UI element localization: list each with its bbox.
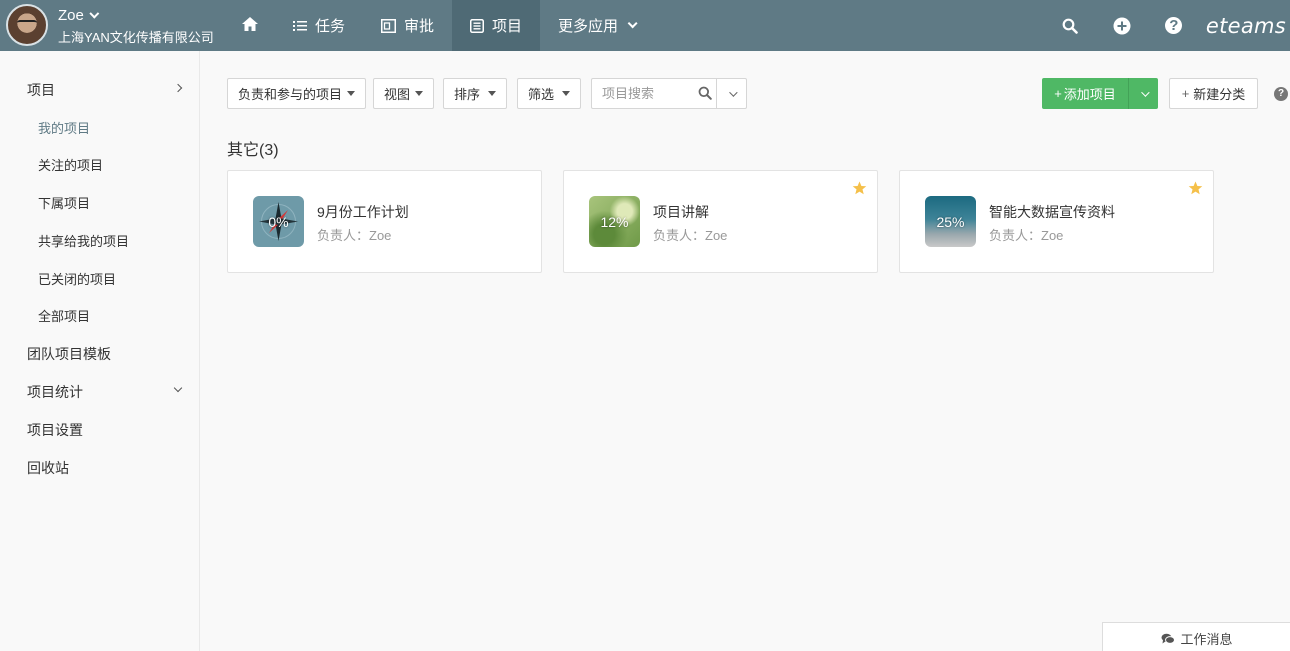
project-title[interactable]: 智能大数据宣传资料 [989, 202, 1115, 222]
scope-dropdown-label: 负责和参与的项目 [238, 87, 343, 102]
project-owner: 负责人：Zoe [989, 228, 1064, 243]
project-progress: 12% [600, 213, 629, 230]
view-dropdown[interactable]: 视图 [373, 78, 435, 109]
sidebar-item-all-projects[interactable]: 全部项目 [38, 306, 90, 325]
sidebar-item-subordinate-projects[interactable]: 下属项目 [38, 193, 90, 212]
chevron-down-icon [627, 18, 638, 29]
nav-home[interactable] [225, 0, 275, 51]
project-card[interactable]: 25% 智能大数据宣传资料 负责人：Zoe [899, 170, 1214, 273]
approval-icon [381, 18, 397, 33]
nav-more-apps[interactable]: 更多应用 [540, 0, 652, 51]
sort-dropdown-label: 排序 [454, 87, 481, 102]
view-dropdown-label: 视图 [384, 87, 411, 102]
add-project-split-button: + 添加项目 [1042, 78, 1158, 109]
add-project-dropdown[interactable] [1128, 78, 1158, 109]
add-project-button[interactable]: + 添加项目 [1042, 78, 1128, 109]
caret-down-icon [415, 91, 424, 96]
home-icon [241, 16, 259, 36]
caret-down-icon [562, 91, 571, 96]
work-messages-label: 工作消息 [1180, 632, 1233, 647]
sidebar-item-project-stats[interactable]: 项目统计 [27, 382, 83, 402]
project-title[interactable]: 9月份工作计划 [317, 202, 409, 222]
project-cover-leaf: 12% [589, 196, 640, 247]
add-project-label: 添加项目 [1063, 87, 1116, 102]
top-navbar: Zoe 上海YAN文化传播有限公司 任务 审批 项目 更多应用 ? eteams [0, 0, 1290, 51]
sidebar-item-team-templates[interactable]: 团队项目模板 [27, 344, 111, 364]
sidebar-item-closed-projects[interactable]: 已关闭的项目 [38, 269, 116, 288]
sidebar-item-project-settings[interactable]: 项目设置 [27, 420, 83, 440]
plus-circle-icon[interactable] [1112, 16, 1132, 36]
user-menu[interactable]: Zoe 上海YAN文化传播有限公司 [0, 0, 225, 51]
nav-tasks-label: 任务 [315, 18, 346, 35]
main-nav: 任务 审批 项目 更多应用 [225, 0, 652, 51]
project-search [591, 78, 747, 109]
project-card[interactable]: 0% 9月份工作计划 负责人：Zoe [227, 170, 542, 273]
nav-more-apps-label: 更多应用 [558, 18, 619, 35]
user-name-wrap[interactable]: Zoe [58, 7, 100, 24]
group-title: 其它(3) [227, 142, 279, 159]
star-icon[interactable] [1188, 181, 1203, 198]
project-progress: 25% [936, 213, 965, 230]
nav-approval-label: 审批 [404, 18, 435, 35]
project-owner: 负责人：Zoe [317, 228, 392, 243]
sidebar-item-shared-projects[interactable]: 共享给我的项目 [38, 231, 129, 250]
user-name[interactable]: Zoe [58, 7, 84, 24]
plus-icon: + [1054, 86, 1062, 101]
sidebar-item-my-projects[interactable]: 我的项目 [38, 118, 90, 137]
nav-tasks[interactable]: 任务 [275, 0, 363, 51]
search-options-button[interactable] [716, 79, 746, 108]
chevron-right-icon[interactable] [173, 83, 183, 93]
filter-dropdown-label: 筛选 [528, 87, 555, 102]
chevron-down-icon[interactable] [173, 383, 183, 393]
project-owner: 负责人：Zoe [653, 228, 728, 243]
caret-down-icon [488, 91, 497, 96]
chevron-down-icon [728, 87, 738, 97]
nav-approval[interactable]: 审批 [363, 0, 452, 51]
chat-icon [1161, 633, 1176, 645]
avatar[interactable] [6, 4, 48, 46]
project-icon [470, 18, 485, 33]
eteams-logo[interactable]: eteams [1206, 14, 1286, 38]
project-cover-sea: 25% [925, 196, 976, 247]
sidebar-item-projects[interactable]: 项目 [27, 80, 55, 100]
new-category-label: 新建分类 [1193, 87, 1246, 102]
nav-projects[interactable]: 项目 [452, 0, 541, 51]
help-icon[interactable]: ? [1274, 87, 1288, 101]
chevron-down-icon [89, 8, 100, 19]
sort-dropdown[interactable]: 排序 [443, 78, 508, 109]
filter-dropdown[interactable]: 筛选 [517, 78, 582, 109]
star-icon[interactable] [852, 181, 867, 198]
project-cover-compass: 0% [253, 196, 304, 247]
sidebar-item-followed-projects[interactable]: 关注的项目 [38, 155, 103, 174]
new-category-button[interactable]: + 新建分类 [1169, 78, 1258, 109]
project-card[interactable]: 12% 项目讲解 负责人：Zoe [563, 170, 878, 273]
chevron-down-icon [1140, 87, 1150, 97]
sidebar-item-recycle-bin[interactable]: 回收站 [27, 458, 69, 478]
nav-projects-label: 项目 [492, 18, 523, 35]
search-icon[interactable] [698, 86, 712, 103]
work-messages-tab[interactable]: 工作消息 [1102, 622, 1290, 651]
sidebar: 项目 我的项目 关注的项目 下属项目 共享给我的项目 已关闭的项目 全部项目 团… [0, 51, 200, 651]
company-name: 上海YAN文化传播有限公司 [58, 30, 214, 45]
project-title[interactable]: 项目讲解 [653, 202, 709, 222]
list-icon [293, 20, 307, 32]
top-right-tools: ? eteams [1028, 0, 1290, 51]
caret-down-icon [347, 91, 356, 96]
project-progress: 0% [268, 213, 289, 230]
plus-icon: + [1181, 86, 1190, 101]
scope-dropdown[interactable]: 负责和参与的项目 [227, 78, 367, 109]
search-icon[interactable] [1060, 16, 1080, 36]
help-icon[interactable]: ? [1164, 16, 1184, 36]
